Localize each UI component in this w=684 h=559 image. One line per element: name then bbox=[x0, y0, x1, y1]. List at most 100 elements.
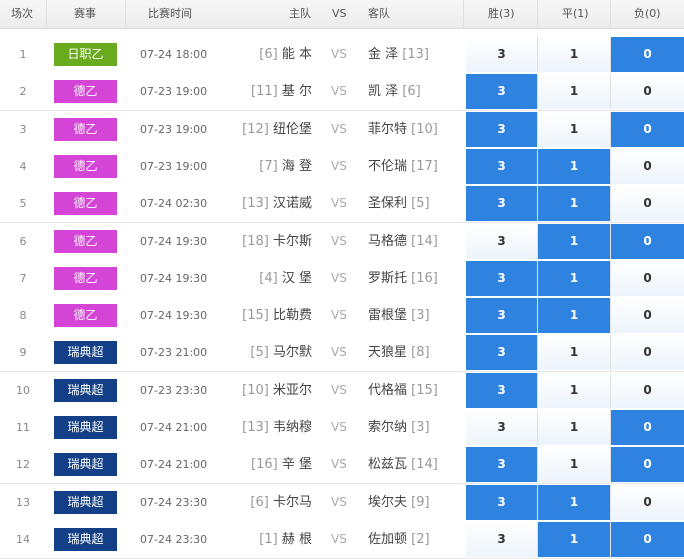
league-badge[interactable]: 瑞典超 bbox=[54, 341, 117, 365]
league-badge[interactable]: 德乙 bbox=[54, 304, 117, 328]
league-badge[interactable]: 德乙 bbox=[54, 80, 117, 104]
odd-draw-button[interactable]: 1 bbox=[538, 335, 611, 371]
table-header: 场次 赛事 比赛时间 主队 VS 客队 胜(3) 平(1) 负(0) bbox=[0, 0, 684, 29]
home-team[interactable]: [6] 卡尔马 bbox=[250, 484, 312, 521]
odd-win-button[interactable]: 3 bbox=[466, 148, 538, 184]
match-time: 07-24 21:00 bbox=[140, 458, 208, 472]
odd-win-button[interactable]: 3 bbox=[466, 484, 538, 520]
odd-win-button[interactable]: 3 bbox=[466, 260, 538, 296]
odd-lose-button[interactable]: 0 bbox=[611, 74, 684, 110]
home-team[interactable]: [4] 汉 堡 bbox=[259, 260, 312, 297]
odd-lose-button[interactable]: 0 bbox=[611, 111, 684, 147]
odd-win-button[interactable]: 3 bbox=[466, 372, 538, 408]
away-team[interactable]: 雷根堡 [3] bbox=[368, 297, 430, 334]
odd-draw-button[interactable]: 1 bbox=[538, 148, 611, 184]
odd-win-button[interactable]: 3 bbox=[466, 521, 538, 557]
home-team[interactable]: [18] 卡尔斯 bbox=[242, 223, 312, 260]
odd-win-button[interactable]: 3 bbox=[466, 111, 538, 147]
odd-win-button[interactable]: 3 bbox=[466, 37, 538, 72]
away-team[interactable]: 凯 泽 [6] bbox=[368, 73, 421, 110]
match-number: 10 bbox=[16, 383, 30, 397]
odd-lose-button[interactable]: 0 bbox=[611, 223, 684, 259]
odd-draw-button[interactable]: 1 bbox=[538, 521, 611, 557]
odd-draw-button[interactable]: 1 bbox=[538, 260, 611, 296]
league-badge[interactable]: 德乙 bbox=[54, 266, 117, 290]
home-team[interactable]: [12] 纽伦堡 bbox=[242, 111, 312, 148]
home-team[interactable]: [13] 汉诺威 bbox=[242, 185, 312, 222]
match-time: 07-24 21:00 bbox=[140, 421, 208, 434]
odd-lose-button[interactable]: 0 bbox=[611, 186, 684, 222]
home-team[interactable]: [15] 比勒费 bbox=[242, 297, 312, 334]
home-team[interactable]: [5] 马尔默 bbox=[250, 334, 312, 371]
home-team[interactable]: [7] 海 登 bbox=[259, 148, 312, 185]
away-team[interactable]: 松兹瓦 [14] bbox=[368, 446, 438, 483]
odd-lose-button[interactable]: 0 bbox=[611, 37, 684, 72]
away-team[interactable]: 不伦瑞 [17] bbox=[368, 148, 438, 185]
odd-draw-button[interactable]: 1 bbox=[538, 447, 611, 483]
odd-draw-button[interactable]: 1 bbox=[538, 74, 611, 110]
odd-draw-button[interactable]: 1 bbox=[538, 484, 611, 520]
home-team-name: 米亚尔 bbox=[272, 382, 312, 398]
away-team[interactable]: 代格福 [15] bbox=[368, 372, 438, 409]
away-team[interactable]: 天狼星 [8] bbox=[368, 334, 430, 371]
odd-draw-button[interactable]: 1 bbox=[538, 37, 611, 72]
odd-draw-button[interactable]: 1 bbox=[538, 186, 611, 222]
away-team[interactable]: 埃尔夫 [9] bbox=[368, 484, 430, 521]
odd-draw-button[interactable]: 1 bbox=[538, 223, 611, 259]
league-badge[interactable]: 瑞典超 bbox=[54, 490, 117, 514]
home-team[interactable]: [11] 基 尔 bbox=[251, 73, 312, 110]
home-rank: [10] bbox=[242, 382, 269, 398]
odd-lose-button[interactable]: 0 bbox=[611, 410, 684, 445]
table-row: 1 日职乙 07-24 18:00 [6] 能 本 VS 金 泽 [13] 3 1 0 bbox=[0, 36, 684, 74]
league-badge[interactable]: 德乙 bbox=[54, 229, 117, 253]
away-team[interactable]: 索尔纳 [3] bbox=[368, 409, 430, 446]
away-team[interactable]: 佐加顿 [2] bbox=[368, 521, 430, 558]
away-team[interactable]: 圣保利 [5] bbox=[368, 185, 430, 222]
home-team[interactable]: [10] 米亚尔 bbox=[242, 372, 312, 409]
odd-win-button[interactable]: 3 bbox=[466, 74, 538, 110]
odd-draw-button[interactable]: 1 bbox=[538, 372, 611, 408]
home-team[interactable]: [1] 赫 根 bbox=[259, 521, 312, 558]
league-badge[interactable]: 德乙 bbox=[54, 117, 117, 141]
odd-win-button[interactable]: 3 bbox=[466, 410, 538, 445]
home-team[interactable]: [16] 辛 堡 bbox=[251, 446, 312, 483]
odd-win-button[interactable]: 3 bbox=[466, 447, 538, 483]
odd-lose-button[interactable]: 0 bbox=[611, 521, 684, 557]
home-team[interactable]: [6] 能 本 bbox=[259, 36, 312, 73]
league-badge[interactable]: 日职乙 bbox=[54, 43, 117, 66]
vs-label: VS bbox=[331, 121, 347, 136]
away-rank: [2] bbox=[411, 531, 430, 547]
league-badge[interactable]: 瑞典超 bbox=[54, 378, 117, 402]
odd-draw-button[interactable]: 1 bbox=[538, 410, 611, 445]
vs-label: VS bbox=[331, 382, 347, 397]
odd-lose-button[interactable]: 0 bbox=[611, 447, 684, 483]
away-team[interactable]: 菲尔特 [10] bbox=[368, 111, 438, 148]
odd-lose-button[interactable]: 0 bbox=[611, 260, 684, 296]
home-rank: [6] bbox=[250, 494, 269, 510]
home-team-name: 辛 堡 bbox=[281, 457, 312, 473]
odd-lose-button[interactable]: 0 bbox=[611, 335, 684, 371]
odd-win-button[interactable]: 3 bbox=[466, 186, 538, 222]
away-team[interactable]: 马格德 [14] bbox=[368, 223, 438, 260]
away-team[interactable]: 金 泽 [13] bbox=[368, 36, 429, 73]
league-badge[interactable]: 瑞典超 bbox=[54, 453, 117, 477]
odd-draw-button[interactable]: 1 bbox=[538, 111, 611, 147]
odd-lose-button[interactable]: 0 bbox=[611, 484, 684, 520]
home-team[interactable]: [13] 韦纳穆 bbox=[242, 409, 312, 446]
odd-win-button[interactable]: 3 bbox=[466, 223, 538, 259]
odd-lose-button[interactable]: 0 bbox=[611, 298, 684, 334]
away-rank: [9] bbox=[411, 494, 430, 510]
league-badge[interactable]: 德乙 bbox=[54, 192, 117, 216]
odd-win-button[interactable]: 3 bbox=[466, 298, 538, 334]
odd-lose-button[interactable]: 0 bbox=[611, 148, 684, 184]
odd-win-button[interactable]: 3 bbox=[466, 335, 538, 371]
league-badge[interactable]: 瑞典超 bbox=[54, 527, 117, 551]
odd-lose-button[interactable]: 0 bbox=[611, 372, 684, 408]
odd-draw-button[interactable]: 1 bbox=[538, 298, 611, 334]
league-badge[interactable]: 德乙 bbox=[54, 154, 117, 178]
away-team[interactable]: 罗斯托 [16] bbox=[368, 260, 438, 297]
match-table: 场次 赛事 比赛时间 主队 VS 客队 胜(3) 平(1) 负(0) 1 日职乙 0… bbox=[0, 0, 684, 559]
league-badge[interactable]: 瑞典超 bbox=[54, 416, 117, 439]
home-rank: [15] bbox=[242, 308, 269, 324]
away-team-name: 圣保利 bbox=[368, 196, 408, 212]
